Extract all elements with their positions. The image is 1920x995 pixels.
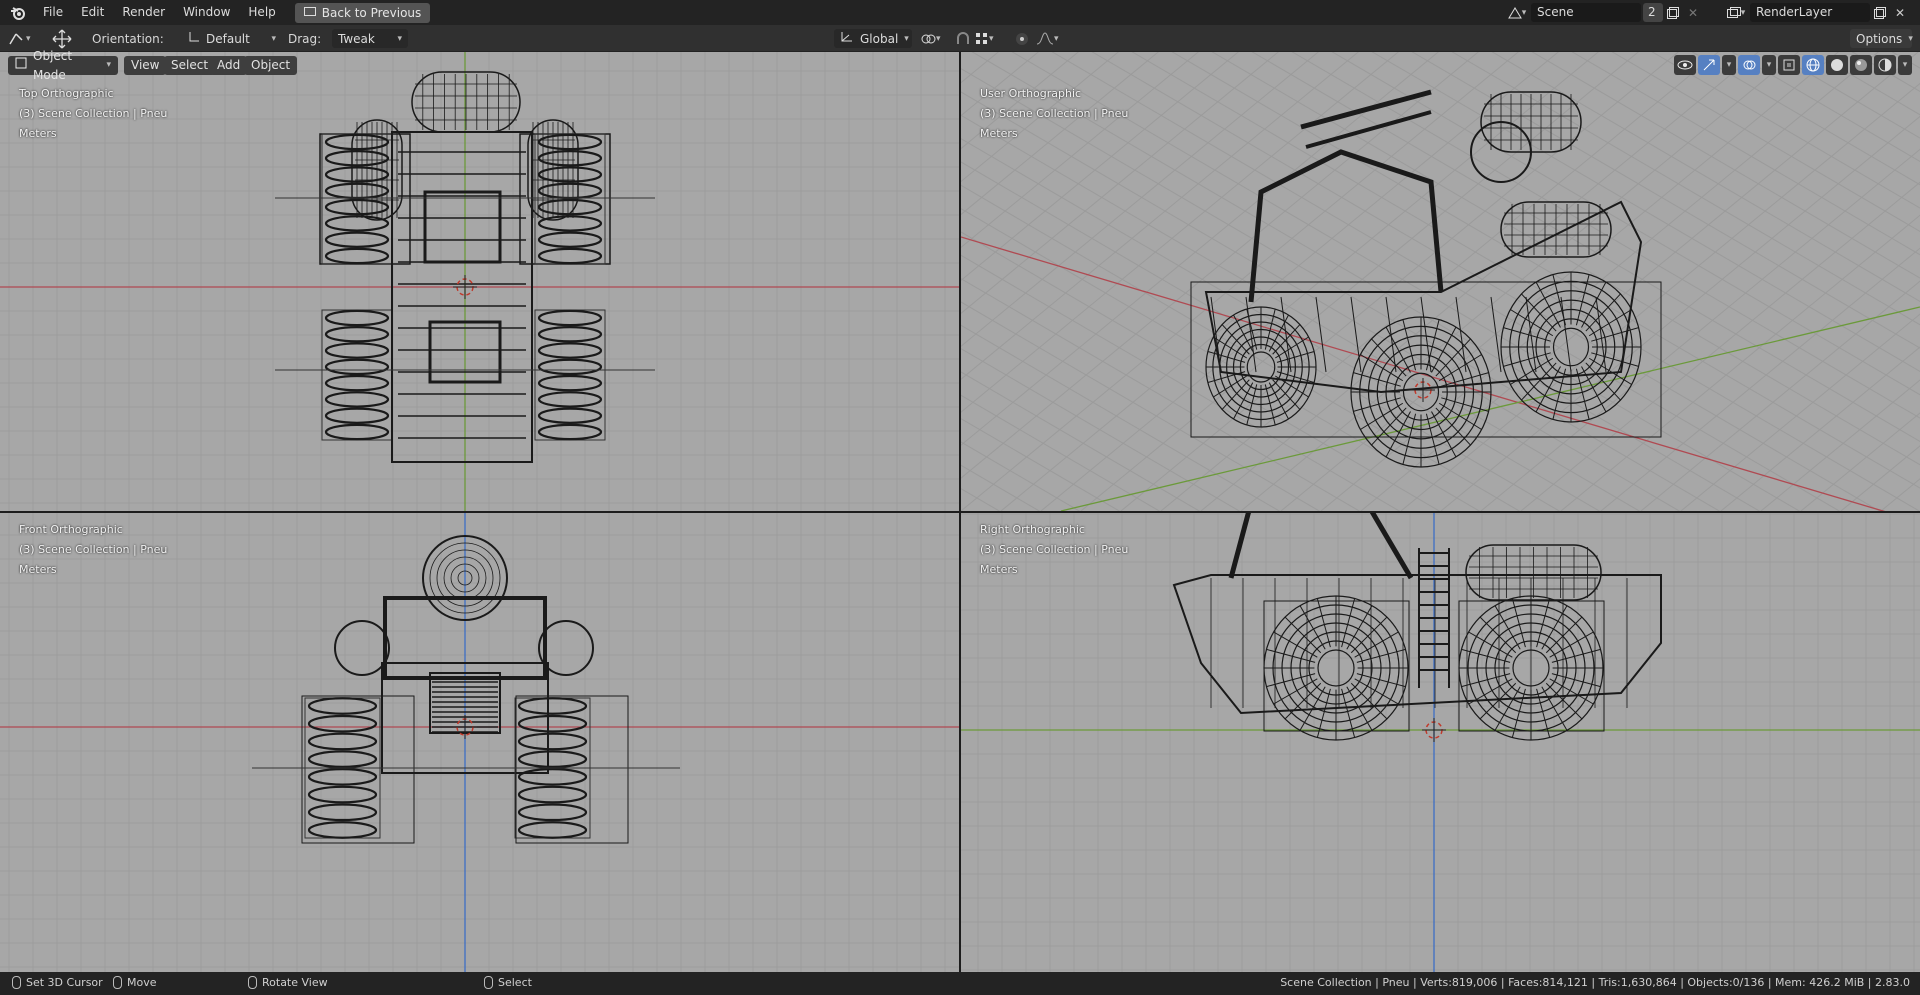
overlays-toggle-icon[interactable] bbox=[1738, 55, 1760, 75]
drag-label: Drag: bbox=[288, 31, 322, 46]
chevron-down-icon: ▾ bbox=[271, 33, 276, 44]
menu-help[interactable]: Help bbox=[239, 0, 284, 25]
view-name: Top Orthographic bbox=[19, 87, 114, 100]
gizmo-toggle-icon[interactable] bbox=[1698, 55, 1720, 75]
menu-select[interactable]: Select bbox=[164, 56, 216, 75]
chevron-down-icon: ▾ bbox=[397, 33, 402, 44]
falloff-curve-icon[interactable]: ▾ bbox=[1036, 29, 1059, 48]
viewport-right-orthographic[interactable] bbox=[961, 513, 1920, 972]
scene-icon[interactable]: ▾ bbox=[1503, 3, 1531, 22]
hint-rotate-view: Rotate View bbox=[248, 976, 328, 989]
orientation-value: Default bbox=[206, 31, 250, 46]
view-name: User Orthographic bbox=[980, 87, 1082, 100]
collection-info: (3) Scene Collection | Pneu bbox=[980, 107, 1129, 120]
global-axes-icon bbox=[840, 31, 854, 46]
chevron-down-icon[interactable]: ▾ bbox=[1898, 55, 1912, 75]
screen-icon bbox=[303, 6, 316, 20]
chevron-down-icon: ▾ bbox=[106, 60, 111, 70]
menu-file[interactable]: File bbox=[34, 0, 72, 25]
chevron-down-icon[interactable]: ▾ bbox=[1722, 55, 1736, 75]
transform-orientation-dropdown[interactable]: Global ▾ bbox=[834, 29, 912, 48]
menu-render[interactable]: Render bbox=[113, 0, 174, 25]
wireframe-shading-icon[interactable] bbox=[1802, 55, 1824, 75]
proportional-edit-icon[interactable] bbox=[1015, 29, 1029, 48]
orientation-label: Orientation: bbox=[92, 31, 164, 46]
hint-select: Select bbox=[484, 976, 532, 989]
mouse-middle-icon bbox=[248, 976, 257, 989]
back-to-previous-button[interactable]: Back to Previous bbox=[294, 2, 431, 23]
scene-statistics: Scene Collection | Pneu | Verts:819,006 … bbox=[1280, 976, 1910, 989]
status-bar: Set 3D Cursor Move Rotate View Select Sc… bbox=[0, 972, 1920, 995]
units-label: Meters bbox=[980, 127, 1018, 140]
object-mode-dropdown[interactable]: Object Mode ▾ bbox=[8, 49, 118, 82]
render-layer-icon[interactable]: ▾ bbox=[1722, 3, 1750, 22]
units-label: Meters bbox=[19, 127, 57, 140]
menu-object[interactable]: Object bbox=[244, 56, 298, 75]
units-label: Meters bbox=[19, 563, 57, 576]
transform-space-value: Global bbox=[860, 31, 899, 46]
mouse-drag-icon bbox=[113, 976, 122, 989]
viewport-canvas bbox=[0, 513, 959, 972]
new-render-layer-icon[interactable] bbox=[1870, 3, 1890, 22]
snap-grid-icon[interactable]: ▾ bbox=[975, 29, 994, 48]
new-scene-icon[interactable] bbox=[1663, 3, 1683, 22]
visibility-eye-icon[interactable] bbox=[1674, 55, 1696, 75]
render-layer-field[interactable]: RenderLayer bbox=[1750, 3, 1870, 22]
chevron-down-icon[interactable]: ▾ bbox=[1762, 55, 1776, 75]
scene-selector: ▾ Scene 2 ✕ bbox=[1503, 2, 1703, 23]
rendered-shading-icon[interactable] bbox=[1874, 55, 1896, 75]
solid-shading-icon[interactable] bbox=[1826, 55, 1848, 75]
orientation-dropdown[interactable]: Default ▾ bbox=[182, 29, 282, 48]
render-layer-selector: ▾ RenderLayer ✕ bbox=[1722, 2, 1910, 23]
options-label: Options bbox=[1856, 31, 1903, 46]
viewport-front-orthographic[interactable] bbox=[0, 513, 959, 972]
back-button-label: Back to Previous bbox=[321, 5, 422, 20]
xray-toggle-icon[interactable] bbox=[1778, 55, 1800, 75]
editor-type-icon[interactable]: ▾ bbox=[8, 29, 31, 48]
collection-info: (3) Scene Collection | Pneu bbox=[19, 107, 168, 120]
hint-move: Move bbox=[113, 976, 157, 989]
menu-edit[interactable]: Edit bbox=[72, 0, 113, 25]
mouse-right-icon bbox=[484, 976, 493, 989]
axes-icon bbox=[188, 31, 200, 46]
collection-info: (3) Scene Collection | Pneu bbox=[19, 543, 168, 556]
tool-settings-bar: ▾ Orientation: Default ▾ Drag: Tweak ▾ G… bbox=[0, 25, 1920, 52]
mouse-left-icon bbox=[12, 976, 21, 989]
drag-dropdown[interactable]: Tweak ▾ bbox=[332, 29, 408, 48]
object-mode-label: Object Mode bbox=[33, 48, 73, 82]
delete-scene-icon[interactable]: ✕ bbox=[1683, 3, 1703, 22]
chevron-down-icon: ▾ bbox=[904, 33, 909, 44]
view-name: Right Orthographic bbox=[980, 523, 1085, 536]
viewport-canvas bbox=[961, 513, 1920, 972]
top-bar: File Edit Render Window Help Back to Pre… bbox=[0, 0, 1920, 25]
blender-logo-icon[interactable] bbox=[8, 3, 28, 23]
delete-render-layer-icon[interactable]: ✕ bbox=[1890, 3, 1910, 22]
move-tool-icon[interactable] bbox=[50, 29, 74, 48]
menu-add[interactable]: Add bbox=[210, 56, 248, 75]
menu-window[interactable]: Window bbox=[174, 0, 239, 25]
pivot-point-icon[interactable]: ▾ bbox=[920, 29, 941, 48]
menu-view[interactable]: View bbox=[124, 56, 167, 75]
snap-toggle-icon[interactable] bbox=[955, 29, 971, 48]
scene-users-count: 2 bbox=[1643, 3, 1663, 22]
viewport-shading-tools: ▾ ▾ ▾ bbox=[1674, 55, 1912, 75]
chevron-down-icon: ▾ bbox=[1908, 33, 1913, 44]
scene-name-field[interactable]: Scene bbox=[1531, 3, 1641, 22]
hint-set-3d-cursor: Set 3D Cursor bbox=[12, 976, 103, 989]
object-mode-icon bbox=[15, 56, 27, 75]
options-dropdown[interactable]: Options ▾ bbox=[1850, 29, 1913, 48]
view-name: Front Orthographic bbox=[19, 523, 123, 536]
material-preview-icon[interactable] bbox=[1850, 55, 1872, 75]
units-label: Meters bbox=[980, 563, 1018, 576]
drag-value: Tweak bbox=[338, 31, 375, 46]
collection-info: (3) Scene Collection | Pneu bbox=[980, 543, 1129, 556]
